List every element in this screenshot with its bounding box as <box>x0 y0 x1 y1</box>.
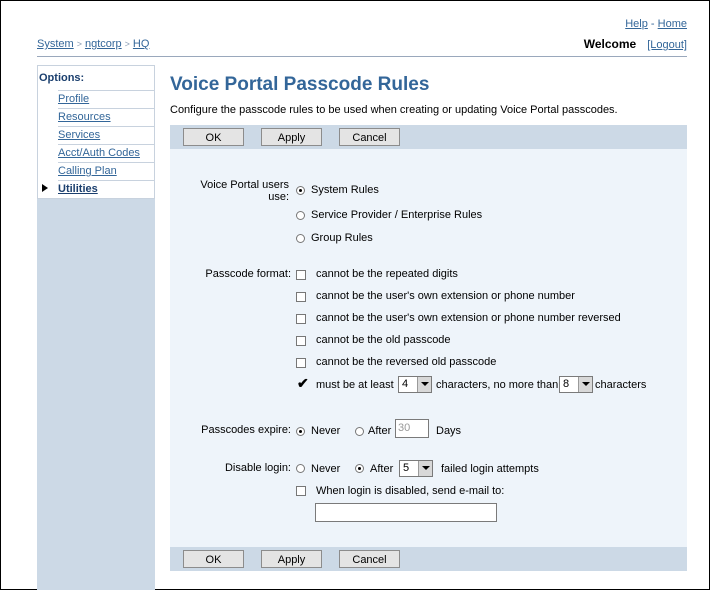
repeated-digits-label: cannot be the repeated digits <box>316 268 458 280</box>
options-title: Options: <box>39 72 85 84</box>
group-rules-radio[interactable] <box>296 234 305 243</box>
sidebar-item-acct-auth-codes[interactable]: Acct/Auth Codes <box>58 144 155 161</box>
breadcrumb-ngtcorp[interactable]: ngtcorp <box>85 38 122 50</box>
expire-never-label: Never <box>311 425 341 437</box>
expire-never-radio[interactable] <box>296 427 305 436</box>
expire-after-label: After <box>368 425 392 437</box>
checkmark-icon: ✔ <box>297 375 309 391</box>
sidebar-item-calling-plan[interactable]: Calling Plan <box>58 162 155 179</box>
length-suffix: characters <box>595 379 647 391</box>
cancel-button-bottom[interactable]: Cancel <box>339 550 400 568</box>
sp-enterprise-rules-radio[interactable] <box>296 211 305 220</box>
sidebar-item-resources[interactable]: Resources <box>58 108 155 125</box>
sp-enterprise-rules-label: Service Provider / Enterprise Rules <box>311 209 483 221</box>
current-item-arrow-icon <box>42 184 48 192</box>
disable-login-label: Disable login: <box>224 462 291 474</box>
reversed-old-passcode-label: cannot be the reversed old passcode <box>316 356 497 368</box>
length-prefix: must be at least <box>316 379 394 391</box>
apply-button-bottom[interactable]: Apply <box>261 550 322 568</box>
old-passcode-checkbox[interactable] <box>296 336 306 346</box>
chevron-down-icon <box>418 461 432 476</box>
system-rules-label: System Rules <box>311 184 379 196</box>
expire-after-radio[interactable] <box>355 427 364 436</box>
send-email-checkbox[interactable] <box>296 486 306 496</box>
users-use-label-line2: use: <box>268 191 289 203</box>
users-use-label-line1: Voice Portal users <box>200 179 289 191</box>
options-menu: Options: Profile Resources Services Acct… <box>37 65 155 199</box>
logout-link[interactable]: [Logout] <box>647 39 687 51</box>
sidebar-item-utilities[interactable]: Utilities <box>58 180 155 197</box>
breadcrumb-hq[interactable]: HQ <box>133 38 150 50</box>
max-length-value: 8 <box>563 378 570 390</box>
days-label: Days <box>436 425 462 437</box>
top-links: Help - Home <box>625 18 687 30</box>
sidebar-item-profile[interactable]: Profile <box>58 90 155 107</box>
passcode-format-label: Passcode format: <box>205 268 291 280</box>
help-link[interactable]: Help <box>625 18 648 30</box>
min-length-value: 4 <box>402 378 409 390</box>
disable-never-radio[interactable] <box>296 464 305 473</box>
failed-attempts-value: 5 <box>403 462 410 474</box>
email-input[interactable] <box>315 503 497 522</box>
top-button-bar: OK Apply Cancel <box>170 125 687 149</box>
own-extension-reversed-label: cannot be the user's own extension or ph… <box>316 312 621 324</box>
welcome-area: Welcome [Logout] <box>584 37 687 51</box>
breadcrumb-separator: > <box>76 39 82 49</box>
disable-after-radio[interactable] <box>355 464 364 473</box>
ok-button[interactable]: OK <box>183 128 244 146</box>
bottom-button-bar: OK Apply Cancel <box>170 547 687 571</box>
form-panel: Voice Portal users use: System Rules Ser… <box>170 149 687 547</box>
top-links-separator: - <box>650 18 655 30</box>
breadcrumb: System > ngtcorp > HQ <box>37 38 149 50</box>
cancel-button[interactable]: Cancel <box>339 128 400 146</box>
group-rules-label: Group Rules <box>311 232 373 244</box>
home-link[interactable]: Home <box>658 18 687 30</box>
failed-attempts-select[interactable]: 5 <box>399 460 433 477</box>
failed-attempts-label: failed login attempts <box>441 463 539 475</box>
send-email-label: When login is disabled, send e-mail to: <box>316 485 505 497</box>
own-extension-label: cannot be the user's own extension or ph… <box>316 290 575 302</box>
disable-never-label: Never <box>311 463 341 475</box>
reversed-old-passcode-checkbox[interactable] <box>296 358 306 368</box>
system-rules-radio[interactable] <box>296 186 305 195</box>
ok-button-bottom[interactable]: OK <box>183 550 244 568</box>
apply-button[interactable]: Apply <box>261 128 322 146</box>
header-divider <box>37 56 687 57</box>
breadcrumb-system[interactable]: System <box>37 38 74 50</box>
page-title: Voice Portal Passcode Rules <box>170 74 430 95</box>
repeated-digits-checkbox[interactable] <box>296 270 306 280</box>
breadcrumb-separator: > <box>124 39 130 49</box>
chevron-down-icon <box>417 377 431 392</box>
max-length-select[interactable]: 8 <box>559 376 593 393</box>
passcodes-expire-label: Passcodes expire: <box>201 424 291 436</box>
page-description: Configure the passcode rules to be used … <box>170 104 618 116</box>
sidebar-item-services[interactable]: Services <box>58 126 155 143</box>
old-passcode-label: cannot be the old passcode <box>316 334 451 346</box>
expire-days-input[interactable]: 30 <box>395 419 429 438</box>
min-length-select[interactable]: 4 <box>398 376 432 393</box>
disable-after-label: After <box>370 463 394 475</box>
welcome-text: Welcome <box>583 37 637 51</box>
users-use-label: Voice Portal users use: <box>170 179 289 203</box>
length-middle: characters, no more than <box>436 379 559 391</box>
chevron-down-icon <box>578 377 592 392</box>
own-extension-reversed-checkbox[interactable] <box>296 314 306 324</box>
own-extension-checkbox[interactable] <box>296 292 306 302</box>
